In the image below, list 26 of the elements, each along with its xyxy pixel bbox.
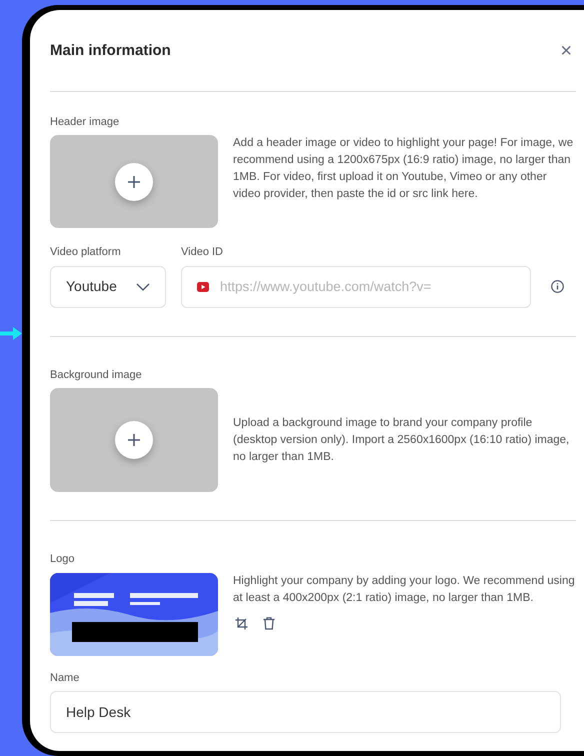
platform-select[interactable]: Youtube bbox=[50, 266, 166, 308]
video-play-icon bbox=[197, 282, 209, 292]
plus-icon bbox=[127, 433, 141, 447]
image-upload-area[interactable] bbox=[50, 388, 218, 492]
crop-icon[interactable] bbox=[235, 616, 248, 630]
image-upload-area[interactable] bbox=[50, 135, 218, 228]
chevron-down-icon bbox=[136, 282, 150, 290]
field-label: Header image bbox=[50, 114, 120, 130]
video-id-field[interactable]: https://www.youtube.com/watch?v= bbox=[181, 266, 531, 308]
trash-icon[interactable] bbox=[263, 616, 275, 630]
description: Upload a background image to brand your company profile (desktop version only). Import a 2560x1600px (16:10 ratio) image, no larger than 1MB. bbox=[233, 416, 570, 464]
close-button[interactable]: × bbox=[560, 41, 572, 62]
field-label: Video ID bbox=[181, 245, 224, 260]
info-icon[interactable] bbox=[551, 280, 564, 292]
field-label: Video platform bbox=[50, 245, 122, 260]
field-label: Logo bbox=[50, 552, 76, 567]
arrow-icon bbox=[0, 326, 22, 341]
name-field[interactable]: Help Desk bbox=[50, 691, 561, 733]
plus-icon bbox=[127, 174, 141, 188]
description: Add a header image or video to highlight your page! For image, we recommend using a 1200x675px (16:9 ratio) image, no larger than 1MB. For video, first upload it on Youtube, Vimeo or any other video provider, then paste the id or src link here. bbox=[233, 136, 574, 202]
dialog-title: Main information bbox=[50, 41, 171, 61]
add-button[interactable] bbox=[115, 162, 153, 200]
description: Highlight your company by adding your logo. We recommend using at least a 400x200px (2:1 ratio) image, no larger than 1MB. bbox=[233, 574, 576, 606]
add-button[interactable] bbox=[115, 421, 153, 459]
field-label: Name bbox=[50, 670, 80, 686]
field-label: Background image bbox=[50, 368, 143, 382]
